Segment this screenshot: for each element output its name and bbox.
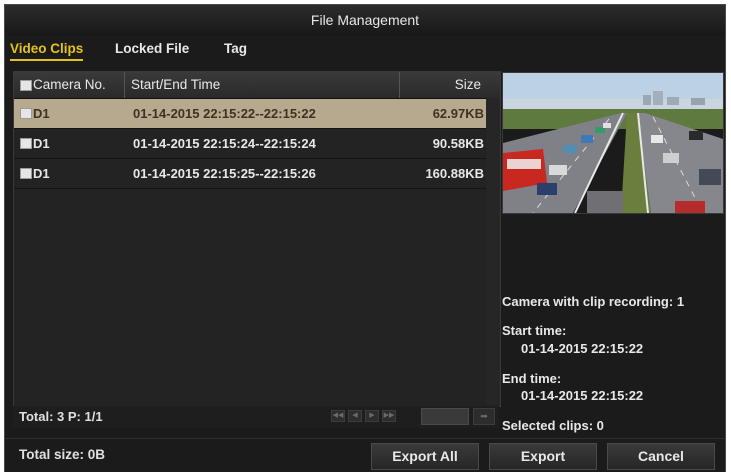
prev-page-icon[interactable]: ◀ [348,410,362,422]
size-cell: 62.97KB [432,106,484,121]
cancel-button[interactable]: Cancel [607,443,715,470]
table-row[interactable]: D1 01-14-2015 22:15:24--22:15:24 90.58KB [14,129,500,159]
column-header-time[interactable]: Start/End Time [124,72,399,98]
end-time-value: 01-14-2015 22:15:22 [521,388,644,403]
clip-list-panel: Camera No. Start/End Time Size D1 01-14-… [13,71,501,407]
column-header-camera[interactable]: Camera No. [33,72,106,98]
clip-preview-image [502,72,724,214]
total-size-label: Total size: 0B [19,447,106,462]
row-checkbox[interactable] [20,138,32,149]
next-page-icon[interactable]: ▶ [365,410,379,422]
export-all-button[interactable]: Export All [371,443,479,470]
pagination-bar: Total: 3 P: 1/1 ◀◀ ◀ ▶ ▶▶ ➡ [13,406,499,428]
row-checkbox[interactable] [20,168,32,179]
time-cell: 01-14-2015 22:15:22--22:15:22 [133,106,316,121]
time-cell: 01-14-2015 22:15:24--22:15:24 [133,136,316,151]
table-row[interactable]: D1 01-14-2015 22:15:25--22:15:26 160.88K… [14,159,500,189]
end-time-label: End time: [502,371,562,386]
file-management-window: File Management Video Clips Locked File … [4,4,726,472]
camera-cell: D1 [33,166,50,181]
table-header: Camera No. Start/End Time Size [14,72,500,99]
selected-clips-label: Selected clips: 0 [502,418,604,433]
row-checkbox[interactable] [20,108,32,119]
tab-video-clips[interactable]: Video Clips [10,41,84,61]
time-cell: 01-14-2015 22:15:25--22:15:26 [133,166,316,181]
list-scrollbar[interactable] [486,98,500,405]
select-all-checkbox[interactable] [20,80,32,91]
start-time-value: 01-14-2015 22:15:22 [521,341,644,356]
last-page-icon[interactable]: ▶▶ [382,410,396,422]
window-title: File Management [5,5,725,35]
tab-tag[interactable]: Tag [224,41,247,56]
tab-locked-file[interactable]: Locked File [115,41,189,56]
bottom-bar: Total size: 0B Export All Export Cancel [5,438,725,472]
size-cell: 90.58KB [432,136,484,151]
camera-count-label: Camera with clip recording: 1 [502,294,685,309]
export-button[interactable]: Export [489,443,597,470]
page-number-input[interactable] [421,408,469,425]
column-header-size[interactable]: Size [399,72,485,98]
camera-cell: D1 [33,136,50,151]
go-page-icon[interactable]: ➡ [473,408,495,425]
highway-scene-icon [503,73,723,213]
table-row[interactable]: D1 01-14-2015 22:15:22--22:15:22 62.97KB [14,99,500,129]
start-time-label: Start time: [502,323,567,338]
camera-cell: D1 [33,106,50,121]
size-cell: 160.88KB [425,166,484,181]
tab-bar: Video Clips Locked File Tag [5,35,725,65]
first-page-icon[interactable]: ◀◀ [331,410,345,422]
total-pages-label: Total: 3 P: 1/1 [19,409,103,424]
